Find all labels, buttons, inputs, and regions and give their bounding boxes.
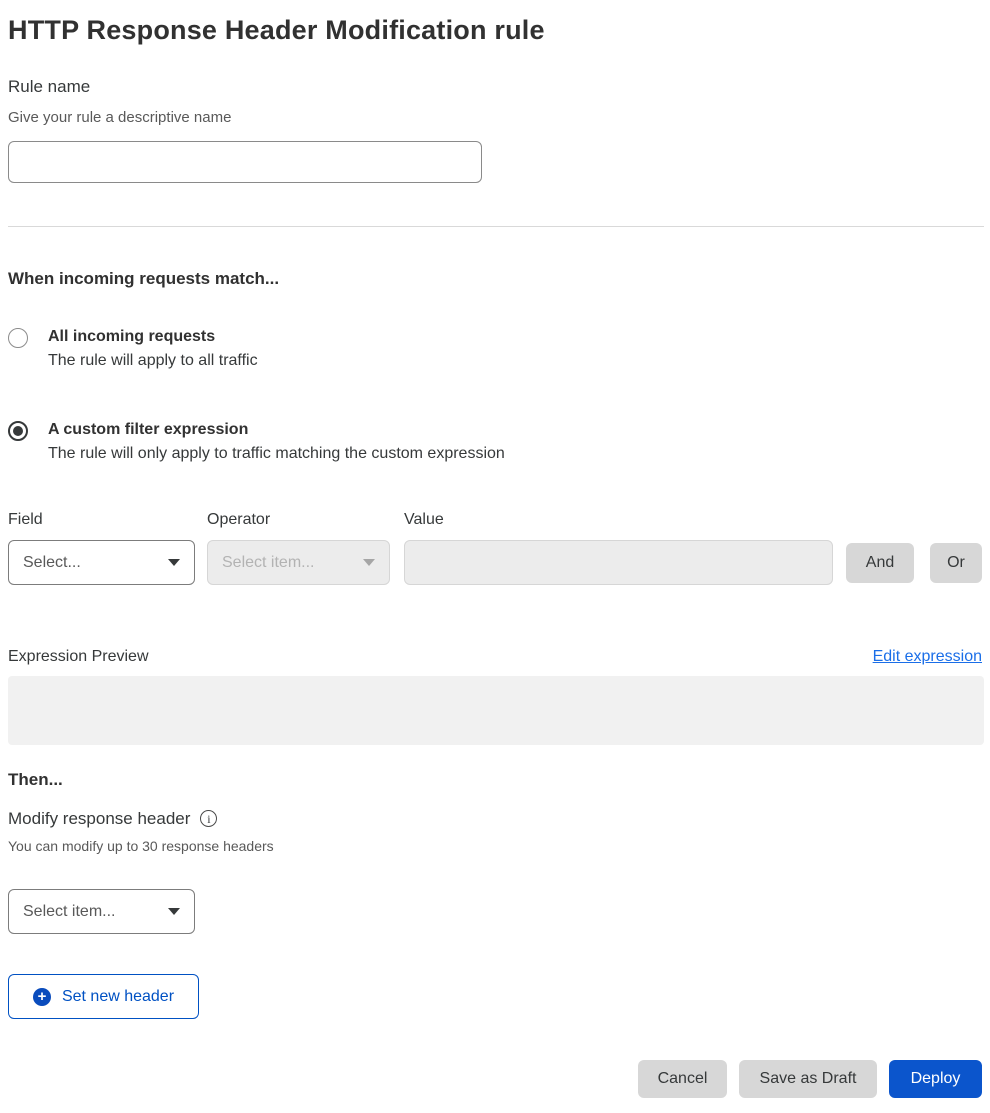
info-icon[interactable] (200, 810, 217, 827)
field-select[interactable]: Select... (8, 540, 195, 585)
expression-preview-label: Expression Preview (8, 647, 149, 667)
radio-option-text: All incoming requests The rule will appl… (48, 326, 258, 374)
cancel-button[interactable]: Cancel (638, 1060, 727, 1098)
radio-option-label: All incoming requests (48, 326, 258, 348)
deploy-button[interactable]: Deploy (889, 1060, 982, 1098)
expression-builder-row: Select... Select item... And Or (8, 540, 982, 585)
page-title: HTTP Response Header Modification rule (8, 14, 982, 46)
save-as-draft-button[interactable]: Save as Draft (739, 1060, 877, 1098)
set-new-header-label: Set new header (62, 988, 174, 1006)
expression-preview-box (8, 676, 984, 745)
set-new-header-button[interactable]: Set new header (8, 974, 199, 1019)
field-label: Field (8, 510, 207, 529)
rule-name-input[interactable] (8, 141, 482, 183)
response-header-select-value: Select item... (23, 903, 115, 921)
rule-name-label: Rule name (8, 77, 982, 97)
radio-option-description: The rule will only apply to traffic matc… (48, 441, 505, 467)
expression-builder-labels: Field Operator Value (8, 510, 982, 529)
modify-response-header-helper: You can modify up to 30 response headers (8, 838, 982, 854)
value-input (404, 540, 833, 585)
expression-preview-header: Expression Preview Edit expression (8, 647, 982, 667)
value-label: Value (404, 510, 982, 529)
radio-option-description: The rule will apply to all traffic (48, 348, 258, 374)
match-section-heading: When incoming requests match... (8, 268, 982, 290)
or-button[interactable]: Or (930, 543, 982, 583)
chevron-down-icon (168, 908, 180, 915)
radio-option-custom-filter-expression[interactable]: A custom filter expression The rule will… (8, 419, 982, 467)
plus-icon (33, 988, 51, 1006)
field-select-value: Select... (23, 554, 81, 572)
response-header-select[interactable]: Select item... (8, 889, 195, 934)
operator-select: Select item... (207, 540, 390, 585)
section-divider (8, 226, 984, 227)
radio-option-all-incoming-requests[interactable]: All incoming requests The rule will appl… (8, 326, 982, 374)
then-section-heading: Then... (8, 769, 982, 791)
http-response-header-rule-form: HTTP Response Header Modification rule R… (0, 14, 990, 1098)
radio-option-text: A custom filter expression The rule will… (48, 419, 505, 467)
radio-unselected-icon[interactable] (8, 328, 28, 348)
operator-label: Operator (207, 510, 404, 529)
and-button[interactable]: And (846, 543, 914, 583)
edit-expression-link[interactable]: Edit expression (873, 648, 982, 666)
modify-response-header-row: Modify response header (8, 808, 982, 829)
footer-actions: Cancel Save as Draft Deploy (8, 1060, 982, 1098)
rule-name-helper: Give your rule a descriptive name (8, 108, 982, 127)
radio-option-label: A custom filter expression (48, 419, 505, 441)
modify-response-header-label: Modify response header (8, 808, 190, 829)
operator-select-value: Select item... (222, 554, 314, 572)
chevron-down-icon (363, 559, 375, 566)
chevron-down-icon (168, 559, 180, 566)
radio-selected-icon[interactable] (8, 421, 28, 441)
